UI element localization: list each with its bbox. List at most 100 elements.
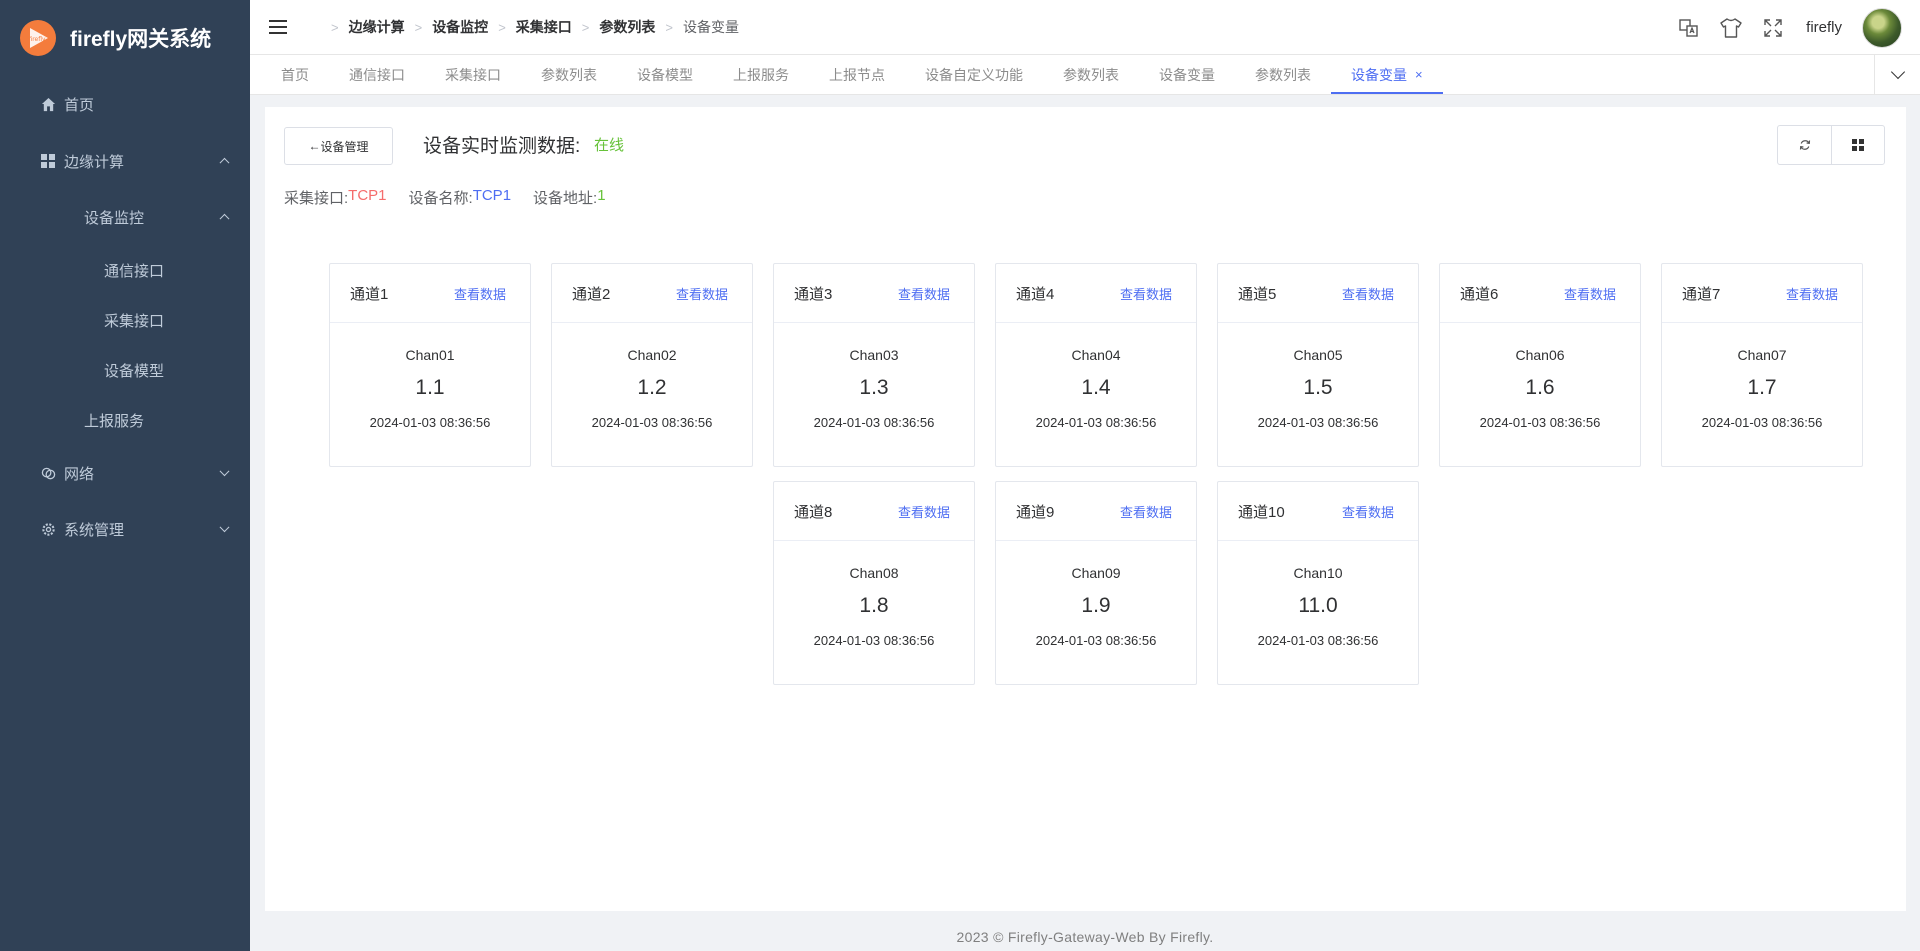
device-name-label: 设备名称: [408,190,473,207]
device-address-label: 设备地址: [533,190,598,207]
sidebar-item-system-settings[interactable]: 系统管理 [0,501,250,557]
chevron-down-icon [1890,64,1905,80]
brand: firefly firefly网关系统 [0,0,250,75]
channel-card: 通道9 查看数据 Chan09 1.9 2024-01-03 08:36:56 [995,481,1197,685]
view-data-link[interactable]: 查看数据 [1120,284,1172,303]
firefly-logo-icon: firefly [20,19,56,56]
sidebar-item-device-model[interactable]: 设备模型 [0,345,250,395]
tab-label: 设备模型 [637,66,693,83]
channel-id: Chan02 [627,347,677,363]
sidebar-item-report-service[interactable]: 上报服务 [0,395,250,445]
hamburger-menu-icon[interactable] [269,20,287,34]
tab-comm-interface[interactable]: 通信接口 [329,55,425,94]
breadcrumb-item[interactable]: 参数列表 [599,17,655,37]
breadcrumb: > 边缘计算 > 设备监控 > 采集接口 > 参数列表 > 设备变量 [321,17,739,37]
tab-label: 采集接口 [445,66,501,83]
grid-view-button[interactable] [1831,126,1884,164]
tab-param-list[interactable]: 参数列表 [1043,55,1139,94]
view-data-link[interactable]: 查看数据 [1342,284,1394,303]
channel-name: 通道1 [350,285,389,303]
device-info: 采集接口: TCP1 设备名称: TCP1 设备地址: 1 [284,187,606,208]
home-icon [40,96,56,112]
theme-shirt-icon[interactable] [1720,17,1742,39]
breadcrumb-item[interactable]: 设备监控 [432,17,488,37]
view-data-link[interactable]: 查看数据 [454,284,506,303]
sidebar-item-home[interactable]: 首页 [0,75,250,133]
channel-value: 1.9 [1081,594,1111,617]
channel-card: 通道3 查看数据 Chan03 1.3 2024-01-03 08:36:56 [773,263,975,467]
tabs-dropdown-button[interactable] [1874,55,1920,95]
translate-icon[interactable] [1678,17,1700,39]
sidebar-item-collect-interface[interactable]: 采集接口 [0,295,250,345]
tabs-bar: 首页 通信接口 采集接口 参数列表 设备模型 上报服务 上报节点 设备自定义功能… [250,55,1920,95]
channel-id: Chan03 [849,347,899,363]
view-data-link[interactable]: 查看数据 [898,284,950,303]
username[interactable]: firefly [1806,19,1842,36]
channel-value: 1.2 [637,376,667,399]
avatar[interactable] [1862,7,1902,48]
view-data-link[interactable]: 查看数据 [676,284,728,303]
channel-id: Chan08 [849,565,899,581]
channel-name: 通道3 [794,285,833,303]
chevron-up-icon [219,213,230,224]
sidebar-item-label: 网络 [64,465,95,483]
toolbar [1777,125,1885,165]
back-button-label: 设备管理 [320,139,369,154]
view-data-link[interactable]: 查看数据 [898,502,950,521]
channel-card: 通道10 查看数据 Chan10 11.0 2024-01-03 08:36:56 [1217,481,1419,685]
status-badge: 在线 [594,137,625,154]
view-data-link[interactable]: 查看数据 [1564,284,1616,303]
network-icon [40,465,56,481]
sidebar-item-comm-interface[interactable]: 通信接口 [0,245,250,295]
tab-device-custom-function[interactable]: 设备自定义功能 [905,55,1043,94]
channel-id: Chan05 [1293,347,1343,363]
channel-card: 通道4 查看数据 Chan04 1.4 2024-01-03 08:36:56 [995,263,1197,467]
back-to-device-management-button[interactable]: ← 设备管理 [284,127,393,165]
sidebar-item-label: 设备监控 [84,209,145,227]
breadcrumb-separator-icon: > [581,19,590,35]
tab-collect-interface[interactable]: 采集接口 [425,55,521,94]
breadcrumb-item[interactable]: 边缘计算 [349,17,405,37]
tab-label: 参数列表 [1063,66,1119,83]
tab-report-node[interactable]: 上报节点 [809,55,905,94]
tab-home[interactable]: 首页 [250,55,329,94]
sidebar-item-device-monitor[interactable]: 设备监控 [0,189,250,245]
tab-label: 上报节点 [829,66,885,83]
channel-timestamp: 2024-01-03 08:36:56 [1479,415,1601,430]
sidebar-item-label: 设备模型 [104,362,165,380]
breadcrumb-separator-icon: > [498,19,506,35]
channel-value: 11.0 [1298,594,1338,617]
tab-report-service[interactable]: 上报服务 [713,55,809,94]
channel-timestamp: 2024-01-03 08:36:56 [1257,633,1379,648]
tab-device-model[interactable]: 设备模型 [617,55,713,94]
channel-timestamp: 2024-01-03 08:36:56 [1035,633,1157,648]
fullscreen-icon[interactable] [1762,17,1784,39]
view-data-link[interactable]: 查看数据 [1342,502,1394,521]
sidebar-item-label: 采集接口 [104,312,165,330]
channel-card: 通道1 查看数据 Chan01 1.1 2024-01-03 08:36:56 [329,263,531,467]
footer: 2023 © Firefly-Gateway-Web By Firefly. [956,929,1214,945]
channel-value: 1.5 [1303,376,1333,399]
view-data-link[interactable]: 查看数据 [1786,284,1838,303]
channel-value: 1.6 [1525,376,1555,399]
refresh-button[interactable] [1778,126,1831,164]
channel-name: 通道8 [794,503,833,521]
view-data-link[interactable]: 查看数据 [1120,502,1172,521]
tab-device-variables[interactable]: 设备变量 [1139,55,1235,94]
sidebar-item-label: 上报服务 [84,412,145,430]
tab-param-list[interactable]: 参数列表 [521,55,617,94]
close-icon[interactable]: × [1415,67,1423,82]
interface-value: TCP1 [348,187,387,204]
channel-card: 通道8 查看数据 Chan08 1.8 2024-01-03 08:36:56 [773,481,975,685]
tab-param-list[interactable]: 参数列表 [1235,55,1331,94]
tab-label: 参数列表 [1255,66,1311,83]
channel-timestamp: 2024-01-03 08:36:56 [1257,415,1379,430]
tab-device-variables-active[interactable]: 设备变量 × [1331,55,1443,94]
channel-timestamp: 2024-01-03 08:36:56 [813,633,935,648]
sidebar-item-edge-computing[interactable]: 边缘计算 [0,133,250,189]
sidebar-item-network[interactable]: 网络 [0,445,250,501]
tab-label: 设备变量 [1351,66,1407,83]
breadcrumb-item[interactable]: 采集接口 [516,17,572,37]
sidebar: firefly firefly网关系统 首页 边缘计算 设备监控 通信接口 采集… [0,0,250,951]
channel-name: 通道9 [1016,503,1055,521]
